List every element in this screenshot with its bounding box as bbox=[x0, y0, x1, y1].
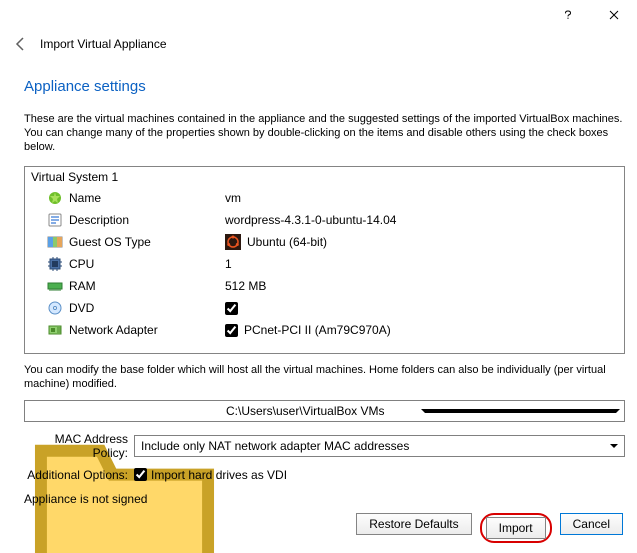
help-button[interactable] bbox=[545, 0, 591, 30]
tree-row[interactable]: Network Adapter PCnet-PCI II (Am79C970A) bbox=[25, 319, 624, 341]
tree-row-label: Network Adapter bbox=[69, 323, 158, 337]
section-title: Appliance settings bbox=[24, 78, 625, 95]
appliance-signed-status: Appliance is not signed bbox=[24, 492, 625, 506]
mac-policy-label: MAC Address Policy: bbox=[24, 432, 128, 460]
tree-row-value: wordpress-4.3.1-0-ubuntu-14.04 bbox=[225, 213, 396, 227]
tree-group-header[interactable]: Virtual System 1 bbox=[25, 167, 624, 187]
tree-row[interactable]: RAM 512 MB bbox=[25, 275, 624, 297]
dvd-icon bbox=[47, 300, 63, 316]
highlight-ring: Import bbox=[480, 513, 552, 543]
tree-row[interactable]: Description wordpress-4.3.1-0-ubuntu-14.0… bbox=[25, 209, 624, 231]
tree-row[interactable]: Guest OS Type Ubuntu (64-bit) bbox=[25, 231, 624, 253]
tree-row-value: PCnet-PCI II (Am79C970A) bbox=[244, 323, 391, 337]
tree-row-label: RAM bbox=[69, 279, 96, 293]
chevron-down-icon bbox=[421, 409, 620, 413]
cancel-button[interactable]: Cancel bbox=[560, 513, 623, 535]
ubuntu-icon bbox=[225, 234, 241, 250]
close-button[interactable] bbox=[591, 0, 637, 30]
settings-tree[interactable]: Virtual System 1 Name vm Description wordpre… bbox=[24, 166, 625, 354]
additional-options-label: Additional Options: bbox=[24, 468, 128, 482]
tree-row-value: Ubuntu (64-bit) bbox=[247, 235, 327, 249]
tree-row-checkbox[interactable] bbox=[225, 302, 238, 315]
ostype-icon bbox=[47, 234, 63, 250]
desc-icon bbox=[47, 212, 63, 228]
tree-row-value: 1 bbox=[225, 257, 232, 271]
tree-row-value: vm bbox=[225, 191, 241, 205]
tree-row-label: Name bbox=[69, 191, 101, 205]
chevron-down-icon bbox=[610, 444, 618, 448]
net-icon bbox=[47, 322, 63, 338]
tree-row[interactable]: CPU 1 bbox=[25, 253, 624, 275]
name-icon bbox=[47, 190, 63, 206]
folder-icon bbox=[29, 403, 220, 419]
cpu-icon bbox=[47, 256, 63, 272]
page-title: Import Virtual Appliance bbox=[40, 37, 167, 51]
base-folder-value: C:\Users\user\VirtualBox VMs bbox=[226, 404, 417, 418]
restore-defaults-button[interactable]: Restore Defaults bbox=[356, 513, 471, 535]
tree-row[interactable]: DVD bbox=[25, 297, 624, 319]
tree-row[interactable]: Name vm bbox=[25, 187, 624, 209]
import-button[interactable]: Import bbox=[486, 517, 546, 539]
description-text: These are the virtual machines contained… bbox=[24, 113, 625, 154]
back-button[interactable] bbox=[12, 36, 28, 52]
tree-row-label: DVD bbox=[69, 301, 94, 315]
mac-policy-combo[interactable]: Include only NAT network adapter MAC add… bbox=[134, 435, 625, 457]
tree-row-label: CPU bbox=[69, 257, 94, 271]
mac-policy-value: Include only NAT network adapter MAC add… bbox=[141, 439, 409, 453]
import-vdi-checkbox[interactable] bbox=[134, 468, 147, 481]
base-folder-combo[interactable]: C:\Users\user\VirtualBox VMs bbox=[24, 400, 625, 422]
tree-row-value: 512 MB bbox=[225, 279, 266, 293]
tree-row-label: Guest OS Type bbox=[69, 235, 151, 249]
import-vdi-label: Import hard drives as VDI bbox=[151, 468, 287, 482]
tree-row-checkbox[interactable] bbox=[225, 324, 238, 337]
ram-icon bbox=[47, 278, 63, 294]
base-folder-hint: You can modify the base folder which wil… bbox=[24, 364, 625, 392]
tree-row-label: Description bbox=[69, 213, 129, 227]
